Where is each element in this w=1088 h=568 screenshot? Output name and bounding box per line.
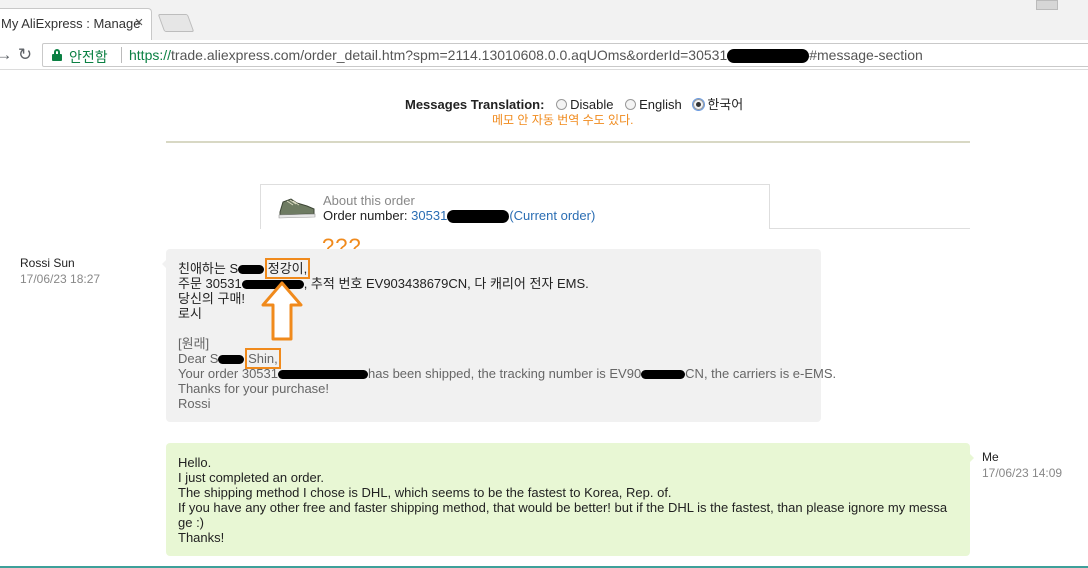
radio-korean[interactable] [692,98,706,111]
url-fragment: #message-section [809,47,923,63]
option-korean-label: 한국어 [707,97,744,112]
outgoing-sender: Me 17/06/23 14:09 [982,450,1062,480]
lock-icon [52,49,62,61]
tracking-en-text: has been shipped, the tracking number is… [368,366,642,381]
redaction-mark [238,265,265,275]
message-line: If you have any other free and faster sh… [178,500,948,515]
translation-note: 메모 안 자동 번역 수도 있다. [492,113,634,127]
about-order-panel: About this order Order number: 30531 (Cur… [260,184,770,229]
option-english-label: English [639,97,682,112]
close-tab-icon[interactable]: × [131,15,147,31]
url-field[interactable]: 안전함 https://trade.aliexpress.com/order_d… [42,43,1088,67]
message-line: I just completed an order. [178,470,324,485]
url-text: https://trade.aliexpress.com/order_detai… [129,47,923,64]
panel-border [770,228,970,229]
window-control-button[interactable] [1036,0,1058,10]
product-thumbnail-shoe[interactable] [277,194,317,220]
message-time: 17/06/23 14:09 [982,466,1063,480]
sender-name: Rossi Sun [20,256,75,270]
forward-arrow-icon[interactable]: → [0,45,14,65]
option-disable-label: Disable [570,97,614,112]
radio-disable[interactable] [556,99,568,110]
order-detail-page: Messages Translation: Disable English 한국… [0,71,1088,568]
up-arrow-annotation-icon [261,281,303,341]
message-line: Thanks! [178,530,225,545]
radio-english[interactable] [625,99,637,110]
translation-label: Messages Translation: [405,97,545,112]
address-bar: → ↻ 안전함 https://trade.aliexpress.com/ord… [0,40,1088,70]
url-path: trade.aliexpress.com/order_detail.htm?sp… [171,47,728,63]
incoming-sender: Rossi Sun 17/06/23 18:27 [20,256,100,286]
order-number-label: Order number: [323,208,408,223]
message-line: Hello. [178,455,212,470]
tracking-text: , 추적 번호 EV903438679CN, 다 캐리어 전자 EMS. [303,276,589,291]
message-time: 17/06/23 18:27 [20,272,101,286]
message-line: Your order 30531 has been shipped, the tr… [178,366,836,381]
message-line: The shipping method I chose is DHL, whic… [178,485,672,500]
current-order-link[interactable]: (Current order) [509,208,595,223]
message-line: 친애하는 S 정강이, [178,258,809,279]
shipped-text: Your order 30531 [178,366,278,381]
order-number: Order number: 30531 (Current order) [323,208,595,224]
url-scheme: https:// [129,47,172,63]
message-line: Thanks for your purchase! [178,381,330,396]
redaction-mark [641,370,686,380]
about-title: About this order [323,193,415,208]
new-tab-button[interactable] [157,14,195,32]
dear-text: Dear S [178,351,219,366]
section-divider [166,141,970,143]
highlighted-name-en: Shin, [245,348,281,369]
tab-title: My AliExpress : Manage [1,16,141,31]
redaction-mark [727,49,810,64]
message-line: Dear S Shin, [178,348,809,369]
highlighted-name-ko: 정강이, [264,258,311,279]
divider [121,47,122,63]
sender-name: Me [982,450,999,464]
greeting-text: 친애하는 S [178,261,239,276]
browser-window: My AliExpress : Manage × → ↻ 안전함 https:/… [0,0,1088,568]
message-line: Rossi [178,396,211,411]
secure-label: 안전함 [69,49,108,65]
tab-aliexpress[interactable]: My AliExpress : Manage × [0,8,152,40]
carrier-text: CN, the carriers is e-EMS. [685,366,837,381]
outgoing-message-bubble: Hello. I just completed an order. The sh… [166,443,974,556]
redaction-mark [278,370,368,380]
redaction-mark [218,355,245,365]
order-number-link[interactable]: 30531 [411,208,447,223]
order-text: 주문 30531 [178,276,242,291]
tab-bar: My AliExpress : Manage × [0,0,1088,40]
reload-icon[interactable]: ↻ [15,45,35,65]
redaction-mark [447,210,510,224]
message-line: ge :) [178,515,205,530]
